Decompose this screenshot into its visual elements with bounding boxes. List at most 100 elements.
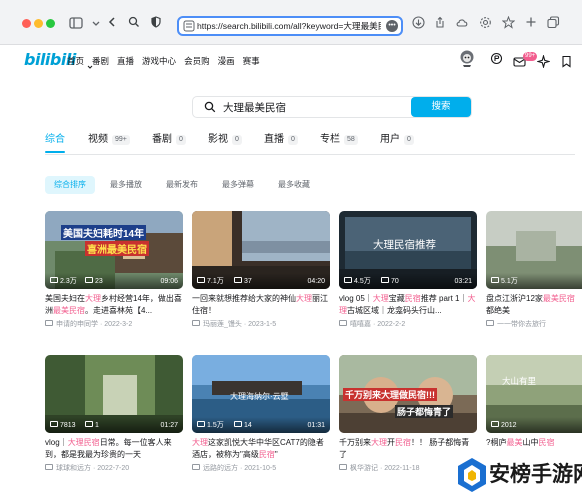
address-bar[interactable]: https://search.bilibili.com/all?keyword=… [177, 16, 403, 36]
nav-item-game-center[interactable]: 游戏中心 [142, 55, 176, 67]
tab-user[interactable]: 用户 0 [380, 133, 414, 153]
tab-overview-icon[interactable] [545, 16, 561, 32]
keyword-highlight: 大理 [85, 294, 101, 303]
nav-item-live[interactable]: 直播 [117, 55, 134, 67]
uploader-name[interactable]: 远路的远方 [203, 465, 238, 472]
uploader-name[interactable]: 申请的申同学 [56, 321, 98, 328]
close-window-button[interactable] [22, 19, 31, 28]
uploader-name[interactable]: 枫华游记 [350, 465, 378, 472]
title-text: vlog｜ [45, 438, 68, 447]
nav-item-manga[interactable]: 漫画 [218, 55, 235, 67]
nav-item-esports[interactable]: 赛事 [243, 55, 260, 67]
main-nav: 首页 番剧 直播 游戏中心 会员购 漫画 赛事 [67, 55, 268, 67]
tab-film[interactable]: 影视 0 [208, 133, 242, 153]
video-thumbnail[interactable]: 7813 1 01:27 [45, 355, 183, 433]
favorites-icon[interactable] [560, 55, 574, 69]
shield-icon[interactable] [148, 16, 164, 32]
uploader-name[interactable]: 玛丽莲_馒头 [203, 321, 242, 328]
video-meta[interactable]: 申请的申同学 · 2022-3-2 [45, 320, 183, 329]
danmaku-count-value: 70 [391, 278, 399, 285]
play-icon [197, 277, 205, 283]
video-meta[interactable]: 玛丽莲_馒头 · 2023-1-5 [192, 320, 330, 329]
gear-icon[interactable] [477, 16, 493, 32]
keyword-highlight: 最美 [506, 438, 523, 447]
tab-bangumi[interactable]: 番剧 0 [152, 133, 186, 153]
play-count-value: 4.5万 [354, 278, 371, 285]
danmaku-count: 14 [234, 421, 252, 430]
filter-most-played[interactable]: 最多播放 [101, 176, 151, 194]
nav-item-anime[interactable]: 番剧 [92, 55, 109, 67]
danmaku-count: 70 [381, 277, 399, 286]
uploader-icon [45, 320, 53, 326]
title-text: 美国夫妇在 [45, 294, 85, 303]
tab-article[interactable]: 专栏 58 [320, 133, 358, 153]
thumbnail-caption: 喜洲最美民宿 [85, 241, 149, 256]
play-count: 4.5万 [344, 277, 371, 286]
tab-count: 0 [232, 135, 242, 145]
video-thumbnail[interactable]: 5.1万 [486, 211, 582, 289]
danmaku-icon [85, 277, 93, 283]
video-title[interactable]: 美国夫妇在大理乡村经营14年，做出喜洲最美民宿。走进喜林苑【4... [45, 293, 183, 317]
nav-item-home[interactable]: 首页 [67, 55, 84, 67]
video-thumbnail[interactable]: 大山有里 2012 [486, 355, 582, 433]
video-meta[interactable]: 嘻嘻嘉 · 2022-2-2 [339, 320, 477, 329]
upload-date: 2022-2-2 [377, 321, 406, 328]
play-count-value: 7813 [60, 422, 76, 429]
site-info-icon[interactable] [183, 20, 195, 32]
play-icon [50, 277, 58, 283]
watermark-text: 安榜手游网 [489, 463, 582, 486]
minimize-window-button[interactable] [34, 19, 43, 28]
tab-video[interactable]: 视频 99+ [88, 133, 130, 153]
sidebar-icon[interactable] [68, 16, 84, 32]
star-icon[interactable] [500, 15, 516, 32]
thumbnail-caption: 大理民宿推荐 [373, 239, 436, 251]
search-icon[interactable] [126, 16, 142, 32]
uploader-name[interactable]: 一一带你去旅行 [497, 321, 546, 328]
uploader-name[interactable]: 球球和远方 [56, 465, 91, 472]
video-thumbnail[interactable]: 7.1万 37 04:20 [192, 211, 330, 289]
search-box[interactable]: 大理最美民宿 搜索 [192, 96, 472, 118]
tab-live[interactable]: 直播 0 [264, 133, 298, 153]
play-count: 1.5万 [197, 421, 224, 430]
more-icon[interactable]: ••• [386, 20, 398, 32]
chevron-down-icon[interactable] [88, 16, 104, 32]
message-badge: 99+ [523, 52, 538, 61]
video-thumbnail[interactable]: 千万别来大理做民宿!!! 肠子都悔青了 [339, 355, 477, 433]
cloud-icon[interactable] [454, 16, 470, 32]
filter-most-danmaku[interactable]: 最多弹幕 [213, 176, 263, 194]
play-icon [50, 421, 58, 427]
video-meta[interactable]: 球球和远方 · 2022-7-20 [45, 464, 183, 473]
dynamics-icon[interactable] [535, 53, 552, 70]
new-tab-icon[interactable] [523, 16, 539, 32]
tab-count: 0 [176, 135, 186, 145]
video-thumbnail[interactable]: 大理民宿推荐 4.5万 70 03:21 [339, 211, 477, 289]
video-meta[interactable]: 远路的远方 · 2021-10-5 [192, 464, 330, 473]
search-button[interactable]: 搜索 [411, 97, 471, 117]
video-title[interactable]: vlog｜大理民宿日常。每一位客人来到，都是我最为珍贵的一天 [45, 437, 183, 461]
filter-default[interactable]: 综合排序 [45, 176, 95, 194]
tab-all[interactable]: 综合 [45, 133, 65, 153]
thumbnail-caption: 大山有里 [502, 377, 537, 387]
uploader-icon [486, 320, 494, 326]
share-icon[interactable] [432, 16, 448, 32]
filter-newest[interactable]: 最新发布 [157, 176, 207, 194]
filter-most-favorited[interactable]: 最多收藏 [269, 176, 319, 194]
download-icon[interactable] [410, 16, 426, 32]
video-title[interactable]: 大理这家凯悦大华中华区CAT7的隐者酒店，被称为"高级民宿" [192, 437, 330, 461]
uploader-name[interactable]: 嘻嘻嘉 [350, 321, 371, 328]
url-text[interactable]: https://search.bilibili.com/all?keyword=… [197, 20, 381, 32]
video-thumbnail[interactable]: 美国夫妇耗时14年 喜洲最美民宿 2.3万 23 09:06 [45, 211, 183, 289]
video-title[interactable]: vlog 05｜大理宝藏民宿推荐 part 1｜大理古城区域｜龙龛码头行山... [339, 293, 477, 317]
maximize-window-button[interactable] [46, 19, 55, 28]
nav-item-vip-shop[interactable]: 会员购 [184, 55, 210, 67]
video-meta[interactable]: 一一带你去旅行 [486, 320, 582, 329]
search-input[interactable]: 大理最美民宿 [223, 101, 286, 115]
keyword-highlight: 民宿 [258, 450, 275, 459]
video-title[interactable]: 一回来就想推荐给大家的神仙大理丽江住宿！ [192, 293, 330, 317]
vip-icon[interactable] [490, 52, 504, 66]
back-icon[interactable] [104, 16, 120, 32]
avatar[interactable] [459, 50, 475, 68]
video-title[interactable]: 盘点江浙沪12家最美民宿都绝美 [486, 293, 582, 317]
uploader-icon [192, 320, 200, 326]
video-thumbnail[interactable]: 大理海纳尔·云墅 1.5万 14 01:31 [192, 355, 330, 433]
